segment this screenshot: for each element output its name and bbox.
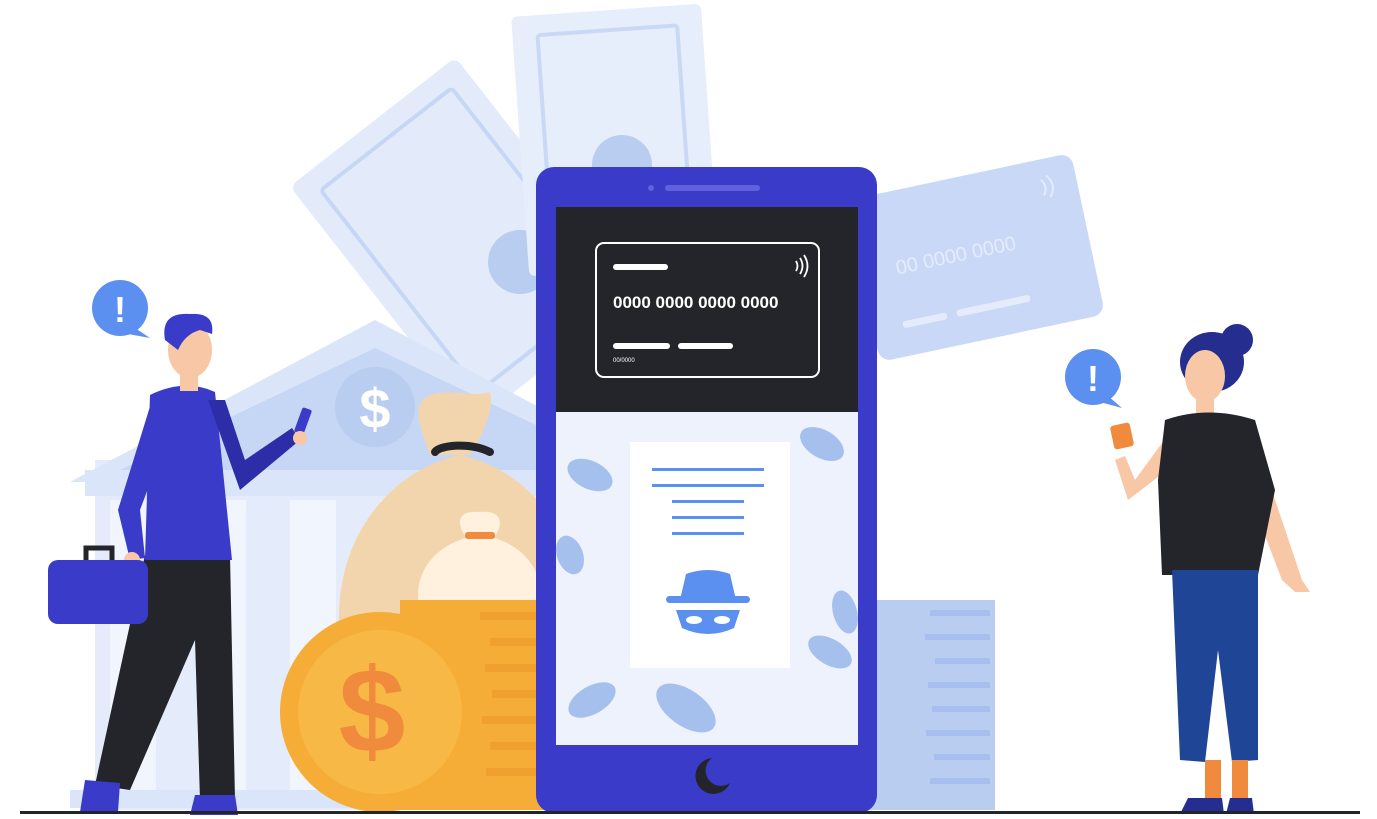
dollar-coin: $ — [280, 612, 480, 812]
background-bank-card: 00 0000 0000 — [848, 155, 1103, 360]
alert-icon: ! — [114, 289, 126, 330]
fraud-illustration: 00 0000 0000 $ $ 0000 0000 0000 0000 00/… — [20, 4, 1360, 815]
dollar-icon: $ — [339, 644, 406, 778]
ground-line — [20, 811, 1360, 814]
anonymous-document — [630, 442, 790, 668]
card-number: 0000 0000 0000 0000 — [613, 293, 778, 312]
card-expiry: 00/0000 — [613, 358, 635, 364]
bank-dollar-sign: $ — [359, 377, 390, 440]
alert-icon-woman: ! — [1087, 358, 1099, 399]
woman-figure: ! — [1065, 324, 1310, 814]
coin-stack-blue — [870, 600, 995, 810]
